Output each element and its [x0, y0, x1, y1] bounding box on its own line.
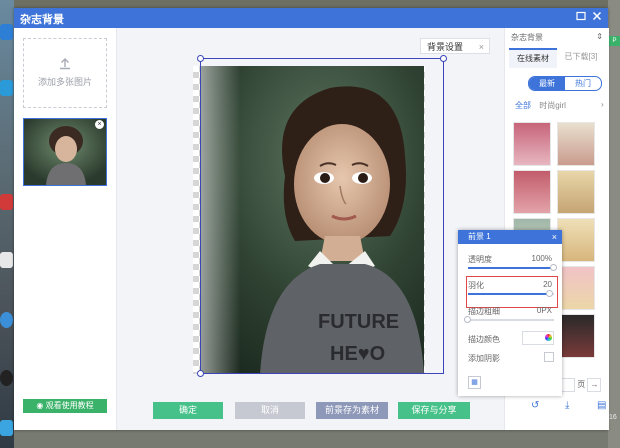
- window-title: 杂志背景: [20, 14, 64, 26]
- add-images-button[interactable]: 添加多张图片: [23, 38, 107, 108]
- desktop-app-icon[interactable]: [0, 24, 13, 40]
- desktop-bottom: [14, 430, 608, 448]
- sort-latest[interactable]: 最新: [529, 77, 565, 90]
- desktop-app-icon[interactable]: [0, 80, 13, 96]
- background-settings-label: 背景设置: [427, 42, 464, 52]
- upload-icon: [60, 58, 70, 70]
- opacity-label: 透明度: [468, 255, 492, 264]
- shadow-checkbox[interactable]: [544, 352, 554, 362]
- category-list: 全部 时尚girl ›: [515, 100, 604, 111]
- material-category-value: 杂志背景: [511, 33, 543, 42]
- material-item[interactable]: [513, 122, 551, 166]
- desktop-app-icon[interactable]: [0, 194, 13, 210]
- popup-close-icon[interactable]: ×: [552, 230, 557, 244]
- material-tabs: 在线素材 已下载[3]: [509, 48, 605, 68]
- color-wheel-icon: [545, 334, 552, 341]
- category-fashion-girl[interactable]: 时尚girl: [539, 101, 566, 110]
- feather-label: 羽化: [468, 281, 484, 290]
- image-list-panel: 添加多张图片 × ◉ 观看使用教程: [14, 28, 117, 430]
- opacity-slider[interactable]: [468, 264, 557, 271]
- desktop-app-icon[interactable]: [0, 420, 13, 436]
- desktop-app-icon[interactable]: [0, 370, 13, 386]
- desktop-icon-strip: [0, 0, 14, 448]
- popup-header: 前景 1 ×: [458, 230, 562, 244]
- eye-icon: ◉: [36, 401, 44, 410]
- remove-thumbnail-icon[interactable]: ×: [95, 120, 104, 129]
- confirm-button[interactable]: 确定: [153, 402, 223, 419]
- cancel-button[interactable]: 取消: [235, 402, 305, 419]
- resize-handle[interactable]: [197, 370, 204, 377]
- stroke-width-label: 描边粗细: [468, 307, 500, 316]
- tutorial-label: 观看使用教程: [45, 401, 94, 410]
- popup-title: 前景 1: [468, 232, 491, 241]
- stroke-color-label: 描边颜色: [468, 335, 500, 344]
- resize-handle[interactable]: [440, 55, 447, 62]
- sort-hot[interactable]: 热门: [565, 77, 601, 90]
- desktop-right-edge: P 16: [608, 0, 620, 448]
- chevron-down-icon: ⇕: [596, 32, 603, 41]
- material-item[interactable]: [557, 170, 595, 214]
- desktop-app-icon[interactable]: [0, 252, 13, 268]
- opacity-value: 100%: [531, 254, 552, 263]
- material-item[interactable]: [557, 266, 595, 310]
- feather-slider[interactable]: [468, 290, 554, 297]
- editor-window: 杂志背景 添加多张图片 × ◉ 观看使用教程 背景设置 × 确定 取消 前景存为…: [14, 8, 609, 430]
- chevron-right-icon[interactable]: ›: [601, 100, 604, 109]
- background-settings-close[interactable]: ×: [479, 39, 484, 55]
- title-bar: 杂志背景: [14, 8, 608, 28]
- rotate-icon[interactable]: ↺: [531, 400, 539, 411]
- foreground-properties-popup: 前景 1 × 透明度 100% 羽化 20 描边粗细 0PX 描边颜色 添加阴影…: [458, 230, 562, 396]
- thumbnail-image: [24, 119, 106, 185]
- desktop-number: 16: [609, 414, 617, 421]
- watch-tutorial-button[interactable]: ◉ 观看使用教程: [23, 399, 107, 413]
- desktop-app-icon[interactable]: [0, 312, 13, 328]
- tab-downloaded[interactable]: 已下载[3]: [557, 48, 605, 66]
- maximize-icon[interactable]: [574, 10, 588, 25]
- pagination: 页 →: [559, 378, 602, 393]
- stroke-width-slider[interactable]: [464, 316, 554, 323]
- material-category-select[interactable]: 杂志背景 ⇕: [511, 32, 603, 45]
- material-item[interactable]: [513, 170, 551, 214]
- download-icon[interactable]: ⤓: [565, 400, 569, 411]
- selection-box[interactable]: [197, 55, 447, 377]
- material-item[interactable]: [557, 314, 595, 358]
- layer-icon[interactable]: ▦: [468, 376, 481, 389]
- page-next-button[interactable]: →: [587, 378, 602, 393]
- stroke-width-value: 0PX: [536, 306, 552, 315]
- shadow-label: 添加阴影: [468, 354, 500, 363]
- material-item[interactable]: [557, 122, 595, 166]
- tab-online[interactable]: 在线素材: [509, 48, 557, 68]
- save-share-button[interactable]: 保存与分享: [398, 402, 470, 419]
- add-images-label: 添加多张图片: [37, 77, 92, 87]
- background-settings-dropdown[interactable]: 背景设置 ×: [420, 38, 490, 54]
- image-thumbnail[interactable]: ×: [23, 118, 107, 186]
- category-all[interactable]: 全部: [515, 101, 531, 110]
- resize-handle[interactable]: [197, 55, 204, 62]
- material-item[interactable]: [557, 218, 595, 262]
- feather-value: 20: [543, 280, 552, 289]
- sort-toggle: 最新 热门: [528, 76, 602, 91]
- desktop-tag: P: [609, 36, 620, 46]
- save-foreground-button[interactable]: 前景存为素材: [316, 402, 388, 419]
- delete-icon[interactable]: ▤: [597, 400, 606, 411]
- page-unit: 页: [577, 380, 586, 390]
- close-icon[interactable]: [590, 10, 604, 25]
